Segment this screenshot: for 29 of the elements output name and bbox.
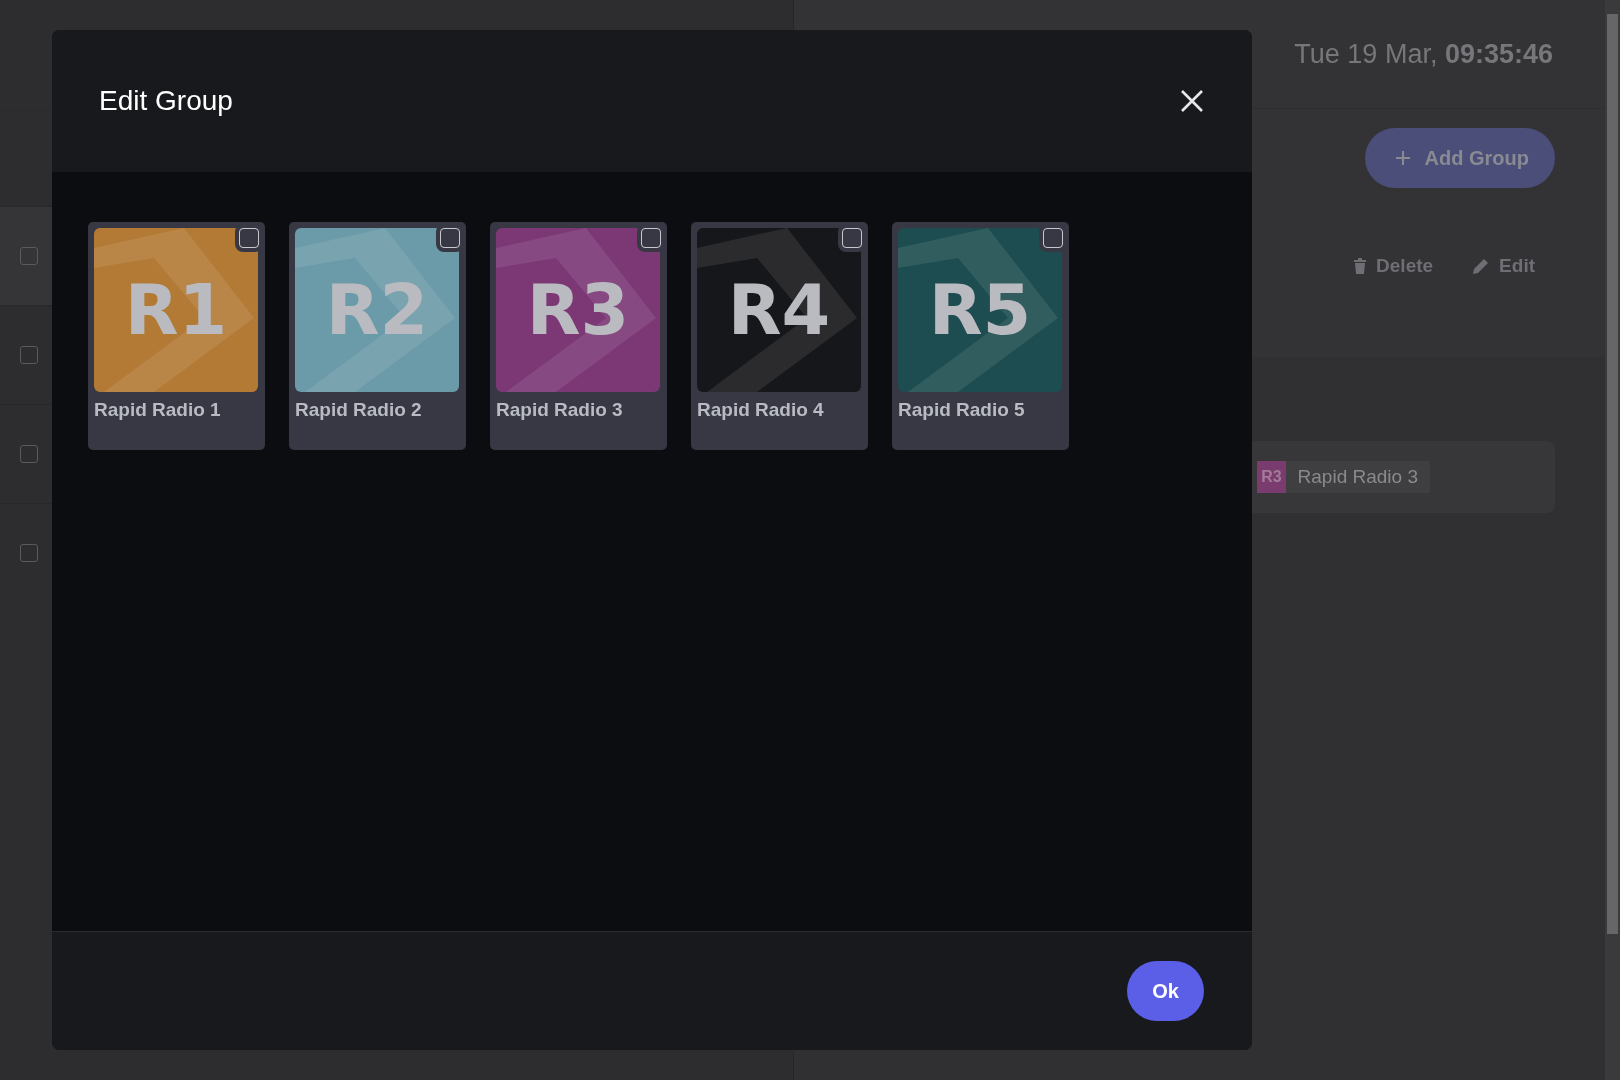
checkbox[interactable] [20, 544, 38, 562]
checkbox[interactable] [20, 247, 38, 265]
close-icon[interactable] [1180, 89, 1204, 113]
station-card[interactable]: R1 Rapid Radio 1 [88, 222, 265, 450]
station-card[interactable]: R5 Rapid Radio 5 [892, 222, 1069, 450]
logo-text: R4 [727, 269, 831, 351]
station-card[interactable]: R2 Rapid Radio 2 [289, 222, 466, 450]
station-name: Rapid Radio 4 [697, 399, 825, 421]
logo-text: R5 [928, 269, 1032, 351]
station-name: Rapid Radio 2 [295, 399, 423, 421]
scrollbar[interactable] [1605, 0, 1620, 1080]
trash-icon [1354, 258, 1367, 274]
plus-icon [1394, 150, 1411, 166]
logo-text: R2 [325, 269, 429, 351]
checkbox[interactable] [20, 445, 38, 463]
ok-button[interactable]: Ok [1127, 961, 1204, 1021]
pencil-icon [1473, 258, 1490, 274]
station-name: Rapid Radio 5 [898, 399, 1026, 421]
station-name: Rapid Radio 3 [496, 399, 624, 421]
logo-text: R3 [526, 269, 630, 351]
station-chip[interactable]: R3 Rapid Radio 3 [1257, 461, 1430, 493]
date-time: Tue 19 Mar, 09:35:46 [1294, 38, 1553, 70]
station-card[interactable]: R3 Rapid Radio 3 [490, 222, 667, 450]
dialog-title: Edit Group [99, 85, 233, 117]
logo-text: R1 [124, 269, 228, 351]
station-card[interactable]: R4 Rapid Radio 4 [691, 222, 868, 450]
station-name: Rapid Radio 1 [94, 399, 222, 421]
checkbox[interactable] [20, 346, 38, 364]
station-badge: R3 [1257, 461, 1286, 493]
